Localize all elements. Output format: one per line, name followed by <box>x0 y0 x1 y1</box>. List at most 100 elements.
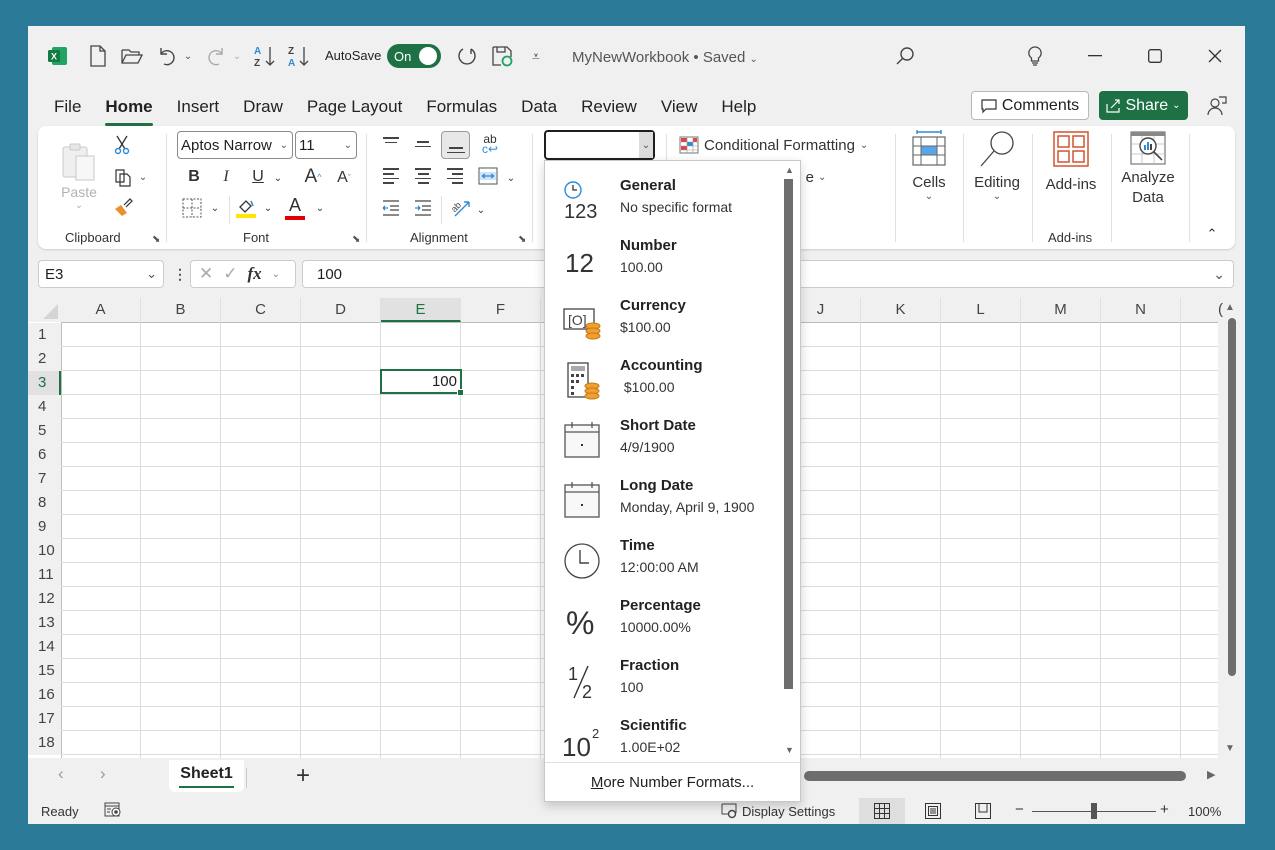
zoom-slider-thumb[interactable] <box>1091 803 1097 819</box>
formula-bar-grip-icon[interactable]: ⋮ <box>173 266 187 283</box>
undo-icon[interactable] <box>154 43 180 69</box>
document-title[interactable]: MyNewWorkbook • Saved ⌄ <box>572 49 758 66</box>
horizontal-scrollbar-thumb[interactable] <box>804 771 1186 781</box>
row-header-5[interactable]: 5 <box>28 419 61 443</box>
maximize-button[interactable] <box>1140 42 1170 70</box>
tab-data[interactable]: Data <box>509 96 569 126</box>
format-option-number[interactable]: 12 Number 100.00 <box>545 231 779 291</box>
align-right-icon[interactable] <box>443 164 467 188</box>
zoom-out-button[interactable]: − <box>1015 801 1024 818</box>
paste-button[interactable]: Paste ⌄ <box>56 136 102 216</box>
dropdown-scroll-down-icon[interactable]: ▼ <box>785 745 794 755</box>
font-color-dropdown-icon[interactable]: ⌄ <box>314 198 326 218</box>
sort-ascending-icon[interactable]: AZ <box>252 43 278 69</box>
coauthor-icon[interactable] <box>1205 93 1229 119</box>
tab-formulas[interactable]: Formulas <box>414 96 509 126</box>
scroll-up-icon[interactable]: ▲ <box>1225 302 1235 313</box>
column-header-n[interactable]: N <box>1101 298 1181 322</box>
format-option-percentage[interactable]: % Percentage 10000.00% <box>545 591 779 651</box>
prev-sheet-icon[interactable]: ‹ <box>58 764 64 784</box>
conditional-formatting-button[interactable]: Conditional Formatting ⌄ <box>679 132 879 158</box>
orientation-dropdown-icon[interactable]: ⌄ <box>475 200 487 220</box>
tab-insert[interactable]: Insert <box>165 96 232 126</box>
scroll-down-icon[interactable]: ▼ <box>1225 743 1235 754</box>
redo-dropdown-icon[interactable]: ⌄ <box>231 43 243 69</box>
increase-font-size-button[interactable]: A ^ <box>300 164 326 190</box>
open-folder-icon[interactable] <box>119 43 145 69</box>
autosave-toggle[interactable]: On <box>387 44 441 68</box>
font-color-button[interactable]: A <box>284 192 306 222</box>
italic-button[interactable]: I <box>214 164 238 190</box>
number-format-select[interactable]: ⌄ <box>544 130 655 160</box>
format-option-short-date[interactable]: Short Date 4/9/1900 <box>545 411 779 471</box>
next-sheet-icon[interactable]: › <box>100 764 106 784</box>
underline-button[interactable]: U <box>246 164 270 190</box>
underline-dropdown-icon[interactable]: ⌄ <box>272 168 284 188</box>
row-header-13[interactable]: 13 <box>28 611 61 635</box>
column-header-c[interactable]: C <box>221 298 301 322</box>
add-sheet-button[interactable]: + <box>296 762 310 790</box>
orientation-icon[interactable]: ab <box>448 196 472 220</box>
expand-formula-bar-icon[interactable]: ⌄ <box>1213 266 1225 283</box>
fill-color-button[interactable] <box>234 194 258 222</box>
tab-page-layout[interactable]: Page Layout <box>295 96 414 126</box>
alignment-launcher-icon[interactable]: ⬊ <box>518 234 526 245</box>
redo-icon[interactable] <box>203 43 229 69</box>
row-header-12[interactable]: 12 <box>28 587 61 611</box>
share-button[interactable]: Share ⌄ <box>1099 91 1188 120</box>
row-header-18[interactable]: 18 <box>28 731 61 755</box>
merge-dropdown-icon[interactable]: ⌄ <box>505 168 517 188</box>
dropdown-scrollbar-thumb[interactable] <box>784 179 793 689</box>
display-settings-button[interactable]: Display Settings <box>721 803 835 819</box>
increase-indent-icon[interactable] <box>411 196 435 220</box>
page-break-view-button[interactable] <box>975 803 991 822</box>
column-header-f[interactable]: F <box>461 298 541 322</box>
row-header-1[interactable]: 1 <box>28 323 61 347</box>
zoom-in-button[interactable]: + <box>1160 801 1169 818</box>
tab-home[interactable]: Home <box>93 96 164 126</box>
borders-dropdown-icon[interactable]: ⌄ <box>209 198 221 218</box>
row-header-9[interactable]: 9 <box>28 515 61 539</box>
fill-color-dropdown-icon[interactable]: ⌄ <box>262 198 274 218</box>
format-option-time[interactable]: Time 12:00:00 AM <box>545 531 779 591</box>
new-file-icon[interactable] <box>86 43 110 69</box>
bottom-align-button[interactable] <box>441 131 470 159</box>
row-header-6[interactable]: 6 <box>28 443 61 467</box>
column-header-e[interactable]: E <box>381 298 461 322</box>
refresh-icon[interactable] <box>454 43 480 69</box>
align-left-icon[interactable] <box>379 164 403 188</box>
cells-button[interactable]: Cells ⌄ <box>906 130 952 214</box>
column-header-o[interactable]: ( <box>1181 298 1245 322</box>
column-header-k[interactable]: K <box>861 298 941 322</box>
wrap-text-icon[interactable]: ab c↩ <box>478 132 502 156</box>
font-name-select[interactable]: Aptos Narrow ⌄ <box>177 131 293 159</box>
cancel-entry-icon[interactable]: ✕ <box>199 264 213 284</box>
row-header-10[interactable]: 10 <box>28 539 61 563</box>
font-size-select[interactable]: 11 ⌄ <box>295 131 357 159</box>
collapse-ribbon-icon[interactable]: ⌃ <box>1202 226 1222 242</box>
lightbulb-icon[interactable] <box>1023 43 1047 69</box>
column-header-l[interactable]: L <box>941 298 1021 322</box>
format-as-table-button[interactable]: e ⌄ <box>801 166 831 188</box>
format-option-long-date[interactable]: Long Date Monday, April 9, 1900 <box>545 471 779 531</box>
column-header-m[interactable]: M <box>1021 298 1101 322</box>
tab-draw[interactable]: Draw <box>231 96 295 126</box>
borders-icon[interactable] <box>180 196 204 220</box>
tab-view[interactable]: View <box>649 96 710 126</box>
minimize-button[interactable] <box>1080 42 1110 70</box>
copy-button[interactable]: ⌄ <box>110 166 150 188</box>
analyze-data-button[interactable]: Analyze Data <box>1117 130 1179 220</box>
top-align-icon[interactable] <box>379 132 403 156</box>
row-header-3[interactable]: 3 <box>28 371 61 395</box>
editing-button[interactable]: Editing ⌄ <box>972 130 1022 214</box>
confirm-entry-icon[interactable]: ✓ <box>223 264 237 284</box>
row-header-15[interactable]: 15 <box>28 659 61 683</box>
scroll-right-icon[interactable]: ▶ <box>1207 768 1215 781</box>
normal-view-button[interactable] <box>859 798 905 824</box>
row-header-11[interactable]: 11 <box>28 563 61 587</box>
format-option-accounting[interactable]: Accounting $100.00 <box>545 351 779 411</box>
row-header-16[interactable]: 16 <box>28 683 61 707</box>
format-option-scientific[interactable]: 10 2 Scientific 1.00E+02 <box>545 711 779 771</box>
column-header-a[interactable]: A <box>61 298 141 322</box>
format-option-fraction[interactable]: 1 2 Fraction 100 <box>545 651 779 711</box>
